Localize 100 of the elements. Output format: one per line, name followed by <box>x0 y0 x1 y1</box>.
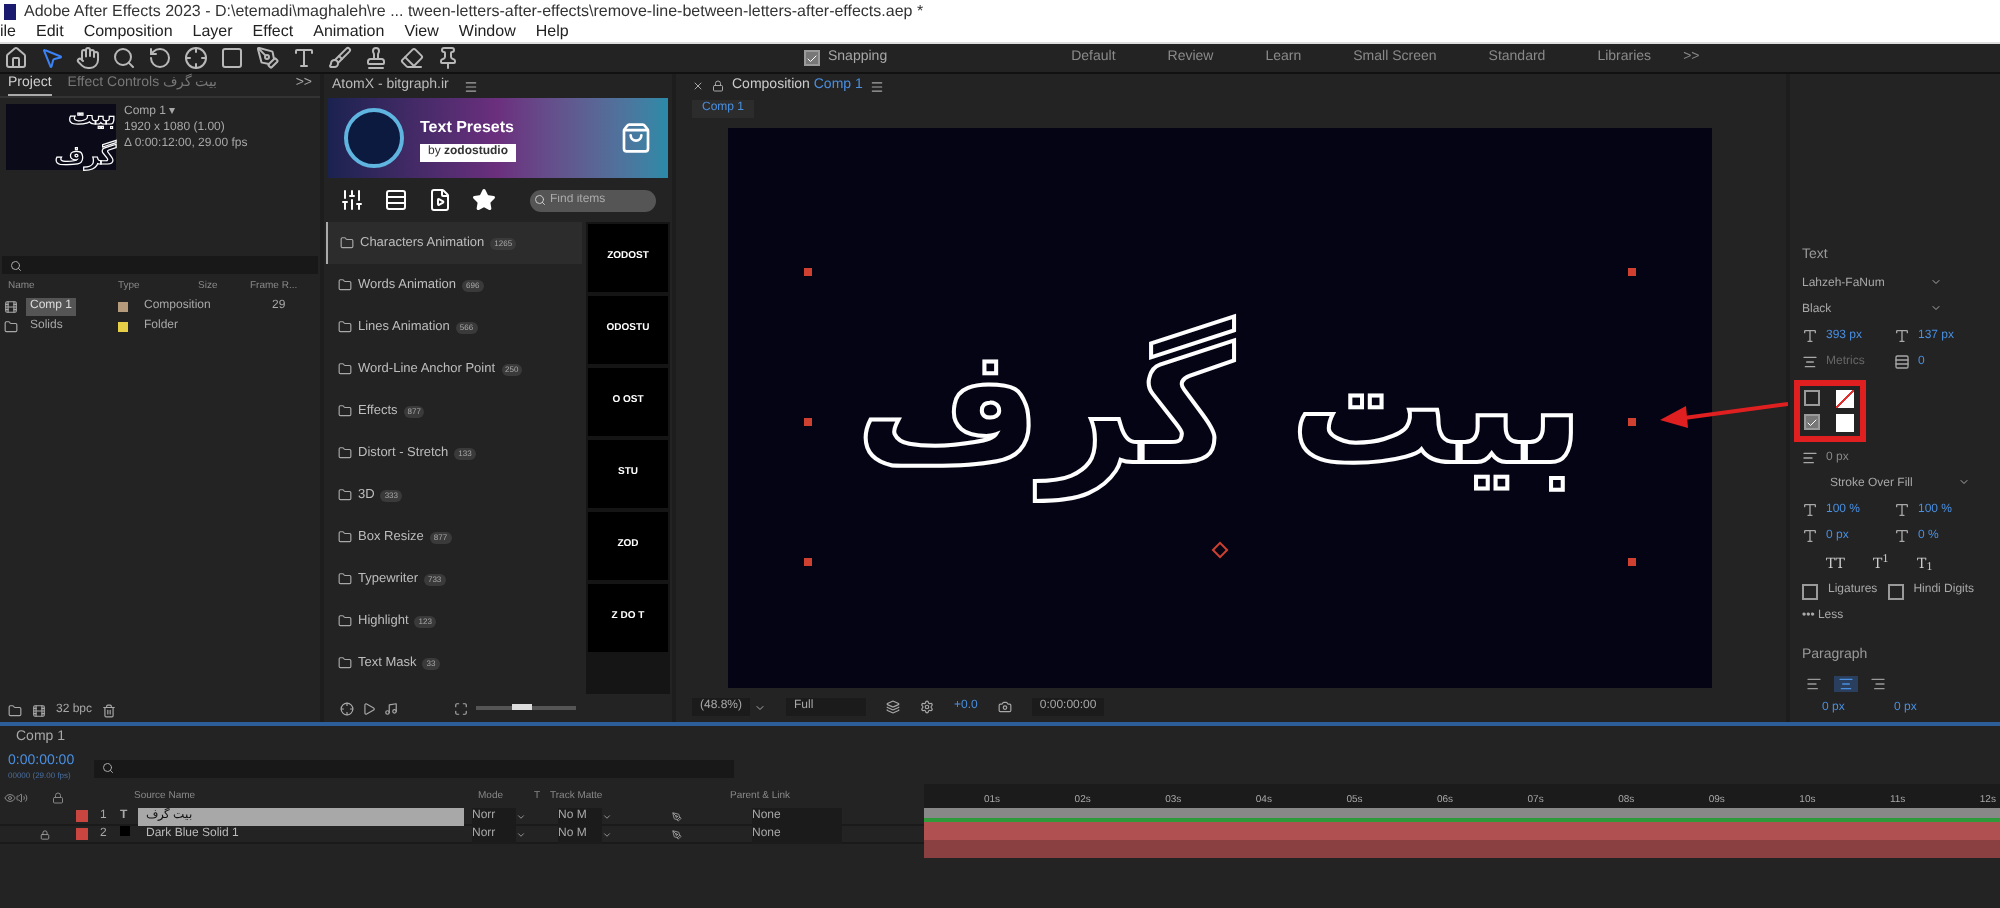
comp-thumbnail: بیت گرف <box>6 104 116 170</box>
new-comp-icon[interactable] <box>32 703 46 717</box>
hindi-digits-checkbox[interactable] <box>1887 583 1904 599</box>
folder-icon <box>338 614 352 628</box>
tracking-icon <box>1894 354 1910 370</box>
annotation-arrow <box>1660 400 1788 428</box>
pen-tool-icon[interactable] <box>256 46 280 70</box>
folder-icon <box>338 488 352 502</box>
snapping-checkbox[interactable] <box>804 50 820 66</box>
menu-item[interactable]: ile <box>0 20 17 44</box>
vertical-scale-icon <box>1802 502 1818 518</box>
hand-tool-icon[interactable] <box>76 46 100 70</box>
tsume-icon <box>1894 528 1910 544</box>
anchor-point-icon[interactable] <box>1211 541 1229 559</box>
stamp-tool-icon[interactable] <box>364 46 388 70</box>
trash-icon[interactable] <box>102 703 117 717</box>
layer-label-swatch[interactable] <box>76 810 88 822</box>
dropdown-caret-icon <box>1930 275 1942 287</box>
target-icon[interactable] <box>340 701 354 715</box>
ligatures-checkbox[interactable] <box>1802 583 1818 599</box>
anchor-tool-icon[interactable] <box>184 46 208 70</box>
shop-bag-icon[interactable] <box>620 122 652 154</box>
stroke-swatch[interactable] <box>1836 413 1854 431</box>
music-icon[interactable] <box>384 701 398 715</box>
fit-icon[interactable] <box>454 701 468 715</box>
lock-icon[interactable] <box>40 829 50 839</box>
play-icon[interactable] <box>362 701 376 715</box>
rows-icon[interactable] <box>384 188 408 212</box>
menu-item[interactable]: View <box>404 20 439 44</box>
folder-icon <box>338 362 352 376</box>
layer-search-field[interactable] <box>94 759 735 777</box>
project-search-field[interactable] <box>2 256 318 274</box>
video-file-icon[interactable] <box>428 188 452 212</box>
brush-tool-icon[interactable] <box>328 46 352 70</box>
folder-icon <box>340 236 354 250</box>
menu-item[interactable]: Layer <box>192 20 233 44</box>
solid-layer-swatch <box>120 825 130 835</box>
transform-handle[interactable] <box>804 418 812 426</box>
no-fill-swatch[interactable] <box>1836 389 1854 407</box>
sliders-icon[interactable] <box>340 188 364 212</box>
transform-handle[interactable] <box>804 558 812 566</box>
folder-icon <box>338 572 352 586</box>
lock-icon[interactable] <box>52 792 64 804</box>
window-title: Adobe After Effects 2023 - D:\etemadi\maghaleh\re ... tween-letters-after-effects\remove-line-between-letters-after-effects.aep * <box>24 0 924 23</box>
panel-menu-icon[interactable] <box>464 79 479 93</box>
app-logo-icon <box>4 3 16 19</box>
font-size-icon <box>1802 328 1818 344</box>
new-folder-icon[interactable] <box>8 703 22 717</box>
dropdown-caret-icon <box>1958 475 1970 487</box>
rectangle-tool-icon[interactable] <box>220 46 244 70</box>
composition-icon <box>4 299 18 313</box>
eraser-tool-icon[interactable] <box>400 46 424 70</box>
visibility-icon[interactable] <box>4 792 16 804</box>
fill-checkbox[interactable] <box>1804 390 1820 406</box>
banner-title: Text Presets <box>420 115 516 139</box>
outlined-canvas-text: بیت گرف <box>853 312 1587 507</box>
menu-item[interactable]: Edit <box>36 20 64 44</box>
folder-icon <box>338 278 352 292</box>
folder-icon <box>338 404 352 418</box>
pin-tool-icon[interactable] <box>436 46 460 70</box>
layers-icon[interactable] <box>886 700 901 714</box>
menu-item[interactable]: Window <box>458 20 516 44</box>
stroke-checkbox[interactable] <box>1804 414 1820 430</box>
align-button[interactable] <box>1834 675 1858 691</box>
menu-item[interactable]: Composition <box>83 20 173 44</box>
menu-item[interactable]: Help <box>535 20 569 44</box>
star-icon[interactable] <box>472 188 496 212</box>
transform-handle[interactable] <box>1628 268 1636 276</box>
selection-tool-icon[interactable] <box>40 46 64 70</box>
home-icon[interactable] <box>4 46 28 70</box>
rotate-tool-icon[interactable] <box>148 46 172 70</box>
search-icon <box>102 762 115 774</box>
transform-handle[interactable] <box>1628 418 1636 426</box>
dropdown-caret-icon[interactable] <box>754 701 767 713</box>
lock-icon[interactable] <box>712 80 724 92</box>
close-icon[interactable] <box>692 80 704 92</box>
transform-handle[interactable] <box>804 268 812 276</box>
zoom-tool-icon[interactable] <box>112 46 136 70</box>
align-button[interactable] <box>1866 675 1890 691</box>
menu-item[interactable]: Animation <box>313 20 385 44</box>
atom-logo-icon <box>344 108 404 168</box>
horizontal-scale-icon <box>1894 502 1910 518</box>
size-slider-thumb[interactable] <box>511 704 531 710</box>
type-tool-icon[interactable] <box>292 46 316 70</box>
folder-icon <box>338 320 352 334</box>
leading-icon <box>1894 328 1910 344</box>
stroke-width-icon <box>1802 450 1818 466</box>
search-icon <box>534 194 546 206</box>
transform-handle[interactable] <box>1628 558 1636 566</box>
camera-icon[interactable] <box>997 700 1012 714</box>
search-icon <box>10 259 22 271</box>
menu-item[interactable]: Effect <box>252 20 294 44</box>
gear-icon[interactable] <box>920 700 935 714</box>
audio-icon[interactable] <box>16 792 28 804</box>
folder-icon <box>338 530 352 544</box>
dropdown-caret-icon <box>1930 301 1942 313</box>
panel-menu-icon[interactable] <box>870 79 885 93</box>
folder-icon <box>338 656 352 670</box>
align-button[interactable] <box>1802 675 1826 691</box>
layer-label-swatch[interactable] <box>76 828 88 840</box>
